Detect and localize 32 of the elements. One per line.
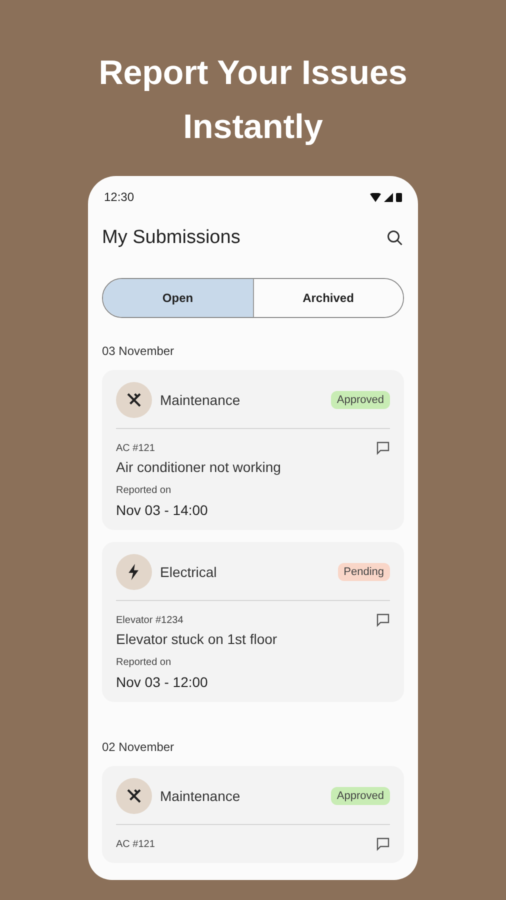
- issue-reference: Elevator #1234: [116, 614, 184, 626]
- status-badge: Approved: [330, 787, 390, 805]
- reported-label: Reported on: [116, 657, 172, 668]
- comment-icon[interactable]: [376, 441, 390, 455]
- status-time: 12:30: [104, 190, 134, 204]
- headline: Report Your Issues Instantly: [98, 53, 408, 148]
- date-heading: 02 November: [102, 740, 176, 754]
- category-name: Maintenance: [160, 392, 242, 408]
- comment-icon[interactable]: [376, 613, 390, 627]
- reported-date: Nov 03 - 12:00: [116, 674, 209, 690]
- issue-description: Air conditioner not working: [116, 459, 282, 475]
- issue-reference: AC #121: [116, 442, 155, 454]
- status-badge: Approved: [330, 391, 390, 409]
- issue-description: Elevator stuck on 1st floor: [116, 631, 278, 647]
- battery-icon: [396, 192, 402, 202]
- issue-card[interactable]: Electrical Pending Elevator #1234 Elevator stuck on 1st floor Reported on Nov 03 - 12:00: [102, 542, 404, 702]
- reported-date: Nov 03 - 14:00: [116, 502, 209, 518]
- comment-icon[interactable]: [376, 837, 390, 851]
- reported-label: Reported on: [116, 485, 172, 496]
- wifi-icon: [370, 192, 381, 202]
- issue-card[interactable]: Maintenance Approved AC #121 Air conditioner not working Reported on Nov 03 - 14:00: [102, 370, 404, 530]
- date-heading: 03 November: [102, 344, 176, 358]
- issue-reference: AC #121: [116, 838, 155, 850]
- category-name: Electrical: [160, 564, 218, 580]
- issue-card[interactable]: Maintenance Approved AC #121: [102, 766, 404, 863]
- search-icon[interactable]: [386, 229, 404, 247]
- tab[interactable]: Open: [103, 279, 252, 317]
- category-name: Maintenance: [160, 788, 242, 804]
- signal-icon: [384, 192, 393, 202]
- status-badge: Pending: [338, 563, 390, 581]
- screen-title: My Submissions: [102, 227, 240, 249]
- tab[interactable]: Archived: [252, 279, 403, 317]
